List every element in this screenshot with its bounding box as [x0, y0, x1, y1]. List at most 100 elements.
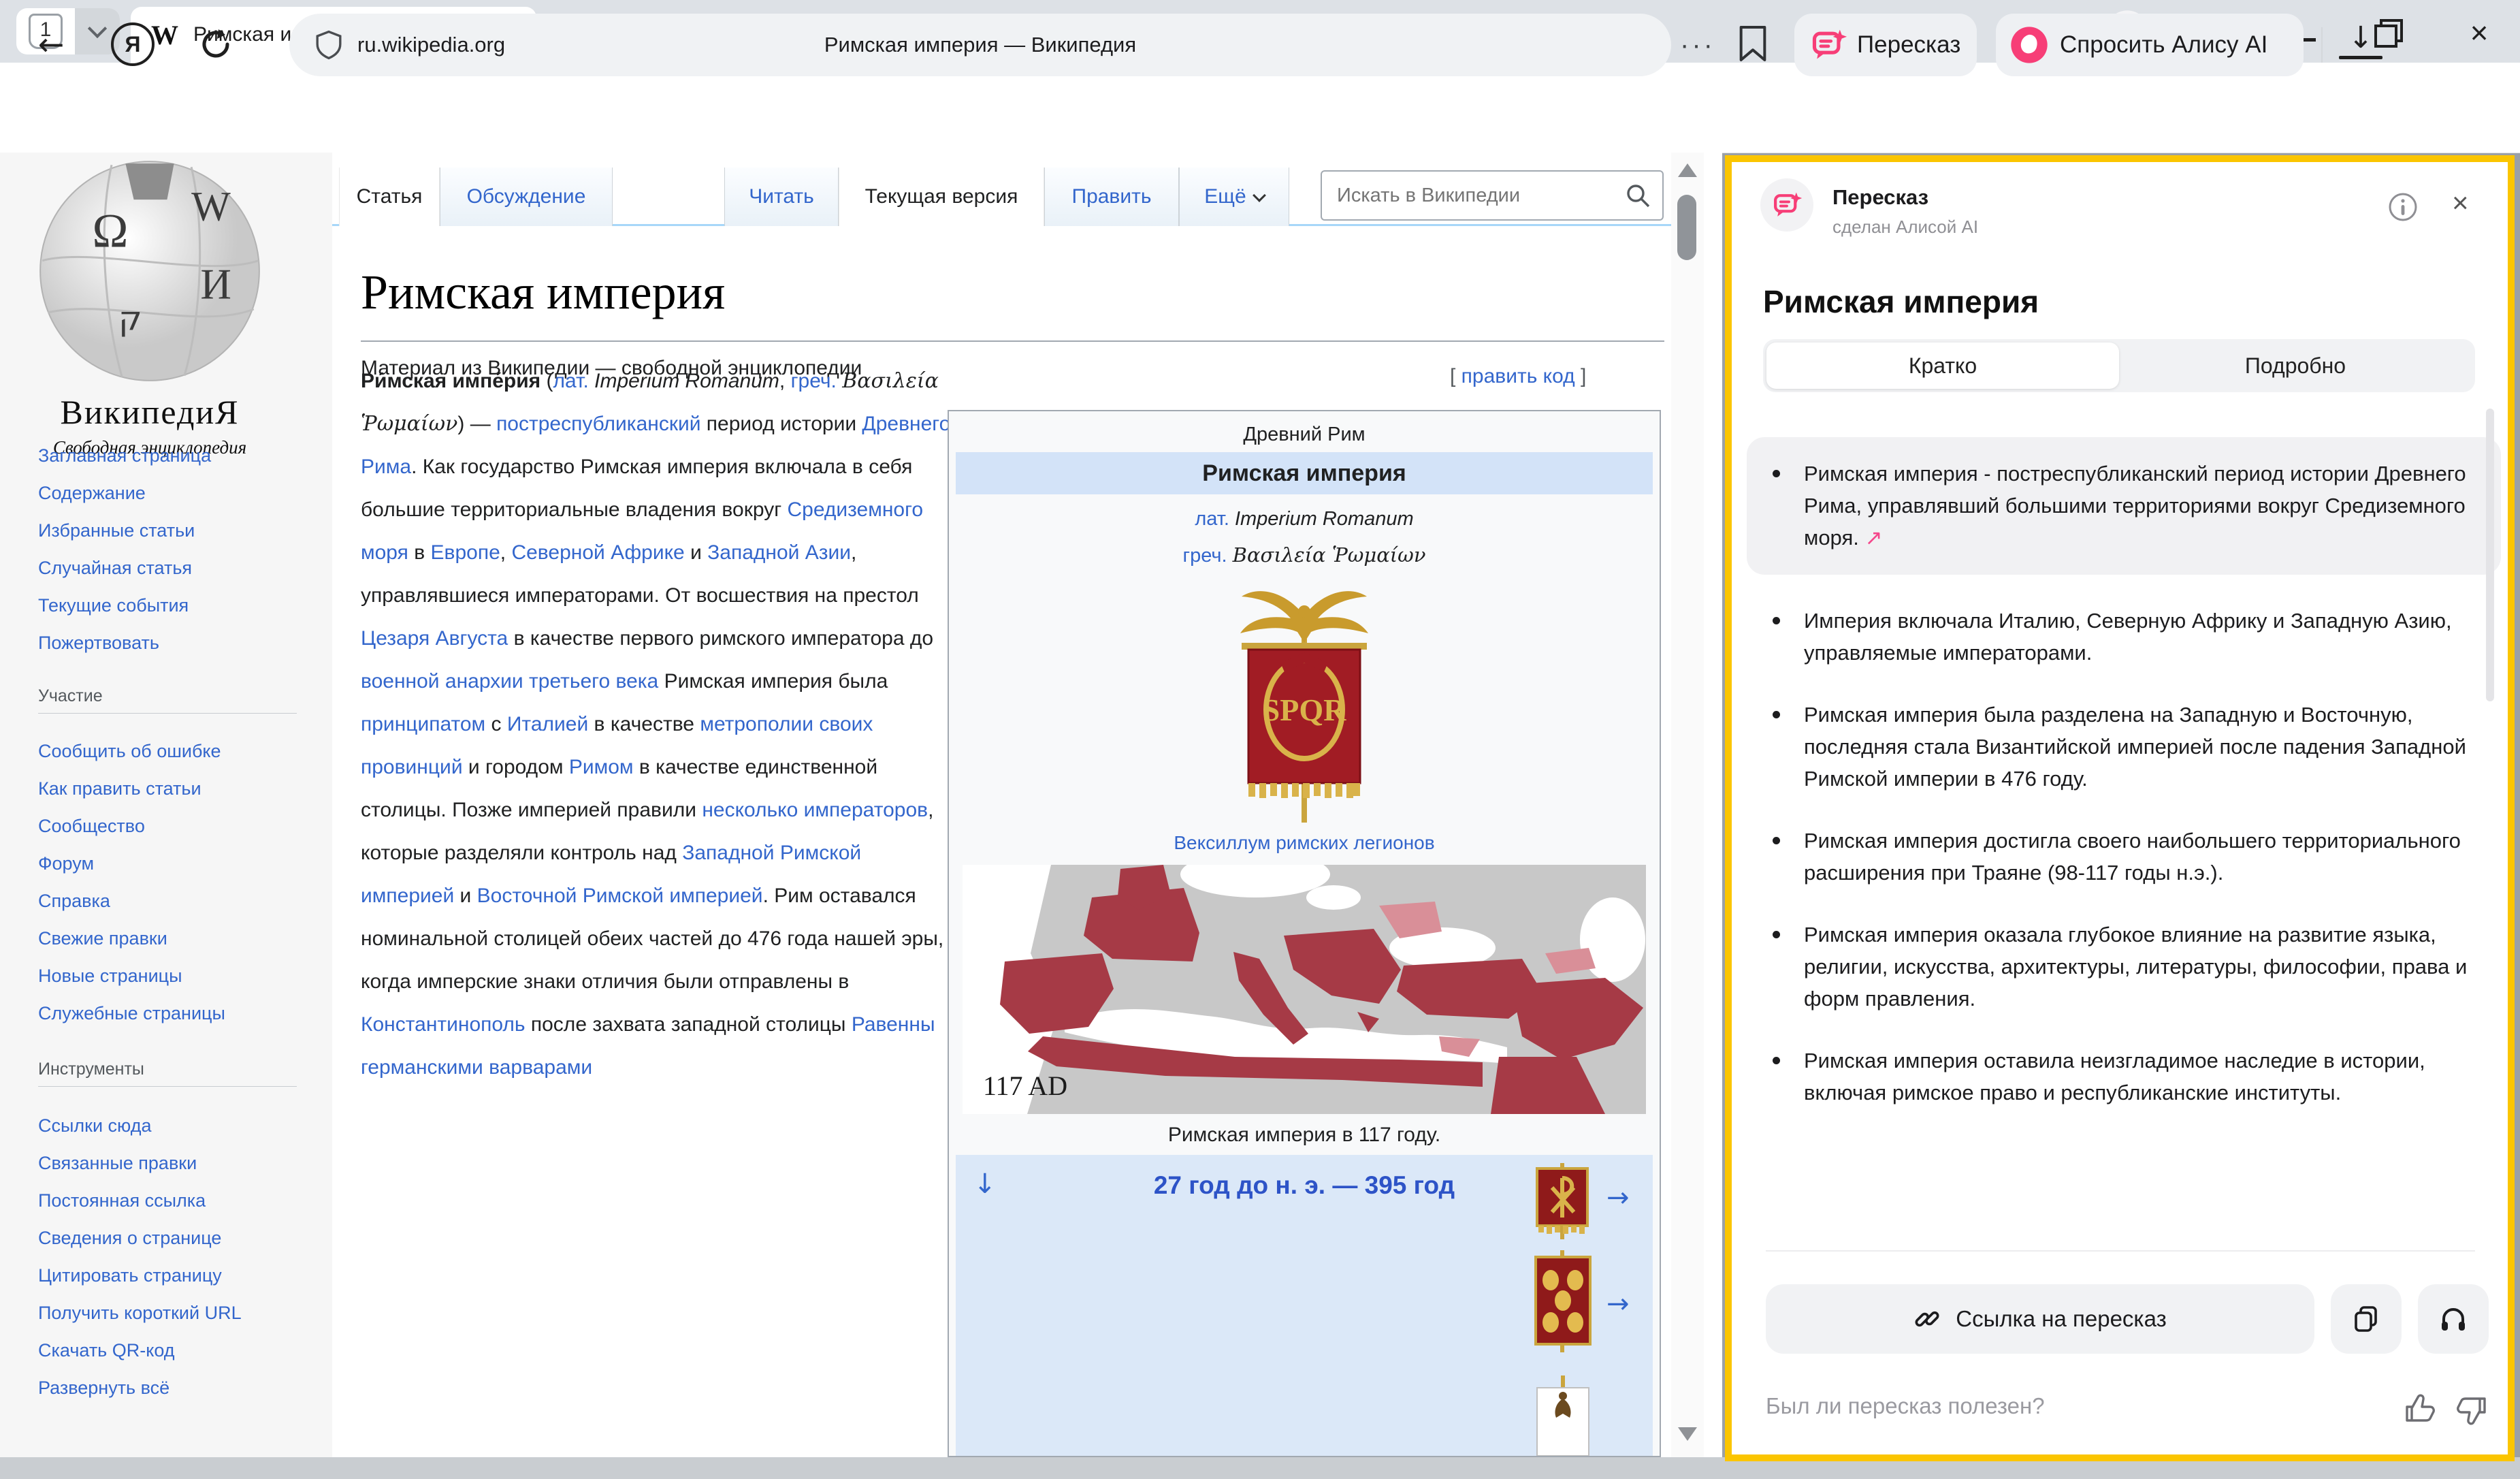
wiki-link[interactable]: лат. [553, 370, 589, 392]
refresh-icon[interactable] [192, 20, 240, 68]
yandex-icon[interactable]: Я [109, 20, 157, 68]
sidebar-link[interactable]: Связанные правки [38, 1151, 324, 1175]
summary-bullet: Римская империя оставила неизгладимое на… [1747, 1045, 2501, 1109]
wiki-link[interactable]: Восточной Римской империей [477, 885, 763, 907]
scrollbar-track[interactable] [1671, 153, 1704, 1457]
sidebar-link[interactable]: Свежие правки [38, 927, 324, 950]
sidebar-link[interactable]: Справка [38, 889, 324, 912]
wiki-link[interactable]: Цезаря Августа [361, 627, 508, 650]
bookmark-icon[interactable] [1737, 25, 1768, 63]
info-icon[interactable] [2388, 192, 2418, 222]
labarum-flag-image[interactable] [1533, 1163, 1593, 1239]
tab-brief[interactable]: Кратко [1766, 343, 2119, 389]
sidebar-link[interactable]: Содержание [38, 481, 324, 505]
bullet-dot [1773, 470, 1780, 477]
sidebar-link[interactable]: Сообщить об ошибке [38, 740, 324, 763]
more-options-icon[interactable]: ··· [1680, 30, 1715, 61]
sidebar-link[interactable]: Скачать QR-код [38, 1339, 324, 1362]
wiki-link[interactable]: Италией [507, 713, 588, 735]
infobox-context[interactable]: Древний Рим [948, 424, 1661, 446]
listen-button[interactable] [2418, 1284, 2489, 1354]
right-arrow-icon[interactable]: → [1606, 1182, 1630, 1213]
empire-map-image[interactable]: 117 AD [963, 865, 1646, 1114]
wiki-search-box[interactable] [1321, 170, 1664, 221]
scroll-down-arrow[interactable] [1678, 1427, 1697, 1441]
thumbs-up-icon[interactable] [2402, 1390, 2437, 1426]
bullet-dot [1773, 617, 1780, 624]
search-icon[interactable] [1624, 182, 1651, 209]
tab-talk[interactable]: Обсуждение [440, 168, 613, 226]
greek-label-link[interactable]: греч. [1183, 545, 1227, 567]
eagle-flag-image[interactable] [1536, 1375, 1590, 1456]
vexillum-caption-link[interactable]: Вексиллум римских легионов [948, 832, 1661, 854]
retell-toolbar-button[interactable]: Пересказ [1794, 14, 1977, 76]
text-run: , [779, 370, 791, 392]
sidebar-link[interactable]: Служебные страницы [38, 1002, 324, 1025]
tab-article[interactable]: Статья [339, 168, 440, 226]
sidebar-nav-tools: Ссылки сюда Связанные правки Постоянная сс… [38, 1114, 324, 1399]
sidebar-link[interactable]: Постоянная ссылка [38, 1189, 324, 1212]
vexillum-image[interactable]: SPQR [1202, 576, 1406, 827]
tab-edit[interactable]: Править [1044, 168, 1179, 226]
svg-text:И: И [200, 261, 231, 308]
right-arrow-icon[interactable]: → [1606, 1288, 1630, 1320]
tab-detailed[interactable]: Подробно [2119, 343, 2472, 389]
copy-button[interactable] [2331, 1284, 2402, 1354]
map-caption: Римская империя в 117 году. [948, 1124, 1661, 1147]
search-input[interactable] [1322, 185, 1624, 207]
url-text: ru.wikipedia.org [357, 33, 505, 57]
sidebar-link[interactable]: Сведения о странице [38, 1226, 324, 1250]
wiki-link[interactable]: несколько императоров [702, 799, 928, 821]
wikipedia-globe-logo[interactable]: Ω W И ק [35, 157, 264, 385]
wiki-link[interactable]: принципатом [361, 713, 485, 735]
external-link-icon[interactable]: ↗ [1864, 526, 1882, 550]
wiki-link[interactable]: Константинополь [361, 1013, 526, 1036]
title-rule [361, 340, 1664, 342]
text-run [589, 370, 594, 392]
sidebar-link[interactable]: Цитировать страницу [38, 1264, 324, 1287]
sidebar-link[interactable]: Заглавная страница [38, 444, 324, 467]
panel-scrollbar-thumb[interactable] [2486, 409, 2494, 701]
close-icon[interactable]: × [2459, 12, 2500, 53]
ask-alice-button[interactable]: Спросить Алису AI [1996, 14, 2304, 76]
sidebar-link[interactable]: Случайная статья [38, 556, 324, 579]
panel-close-icon[interactable]: × [2452, 187, 2469, 219]
sidebar-link[interactable]: Сообщество [38, 814, 324, 838]
sidebar-link[interactable]: Пожертвовать [38, 631, 324, 654]
sidebar-link[interactable]: Текущие события [38, 594, 324, 617]
sidebar-link[interactable]: Получить короткий URL [38, 1301, 324, 1324]
downloads-icon[interactable]: ↓ [2339, 23, 2382, 59]
wiki-link[interactable]: военной анархии третьего века [361, 670, 658, 693]
sidebar-link[interactable]: Как править статьи [38, 777, 324, 800]
retell-link-button[interactable]: Ссылка на пересказ [1766, 1284, 2314, 1354]
back-icon[interactable]: ← [27, 20, 75, 68]
sidebar-link[interactable]: Развернуть всё [38, 1376, 324, 1399]
wiki-link[interactable]: Европе [431, 541, 500, 564]
edit-code-link[interactable]: [ править код ] [1450, 365, 1586, 388]
tab-read[interactable]: Читать [724, 168, 839, 226]
sidebar-link[interactable]: Новые страницы [38, 964, 324, 987]
sidebar-link[interactable]: Ссылки сюда [38, 1114, 324, 1137]
summary-bullet-list: Римская империя - постреспубликанский пе… [1747, 437, 2501, 1109]
address-bar[interactable]: ru.wikipedia.org Римская империя — Викип… [289, 14, 1671, 76]
sidebar-link[interactable]: Избранные статьи [38, 519, 324, 542]
wiki-link[interactable]: Северной Африке [511, 541, 684, 564]
wiki-link[interactable]: Западной Азии [707, 541, 851, 564]
latin-label-link[interactable]: лат. [1195, 508, 1229, 530]
scroll-up-arrow[interactable] [1678, 163, 1697, 177]
dots-banner-image[interactable] [1530, 1250, 1596, 1352]
svg-text:117 AD: 117 AD [983, 1070, 1067, 1101]
wiki-link[interactable]: Римом [569, 756, 634, 778]
scrollbar-thumb[interactable] [1677, 195, 1696, 260]
wiki-link[interactable]: постреспубликанский [496, 413, 700, 435]
tab-more[interactable]: Ещё [1179, 168, 1289, 226]
text-run: в качестве первого римского императора д… [508, 627, 933, 650]
thumbs-down-icon[interactable] [2455, 1393, 2490, 1429]
tab-current-version[interactable]: Текущая версия [839, 168, 1044, 226]
panel-divider [1766, 1250, 2475, 1252]
wiki-link[interactable]: греч. [791, 370, 837, 392]
text-run: Римская империя была [658, 670, 888, 693]
summary-bullet: Римская империя была разделена на Западн… [1747, 699, 2501, 795]
summary-bullet[interactable]: Римская империя - постреспубликанский пе… [1747, 437, 2501, 575]
sidebar-link[interactable]: Форум [38, 852, 324, 875]
